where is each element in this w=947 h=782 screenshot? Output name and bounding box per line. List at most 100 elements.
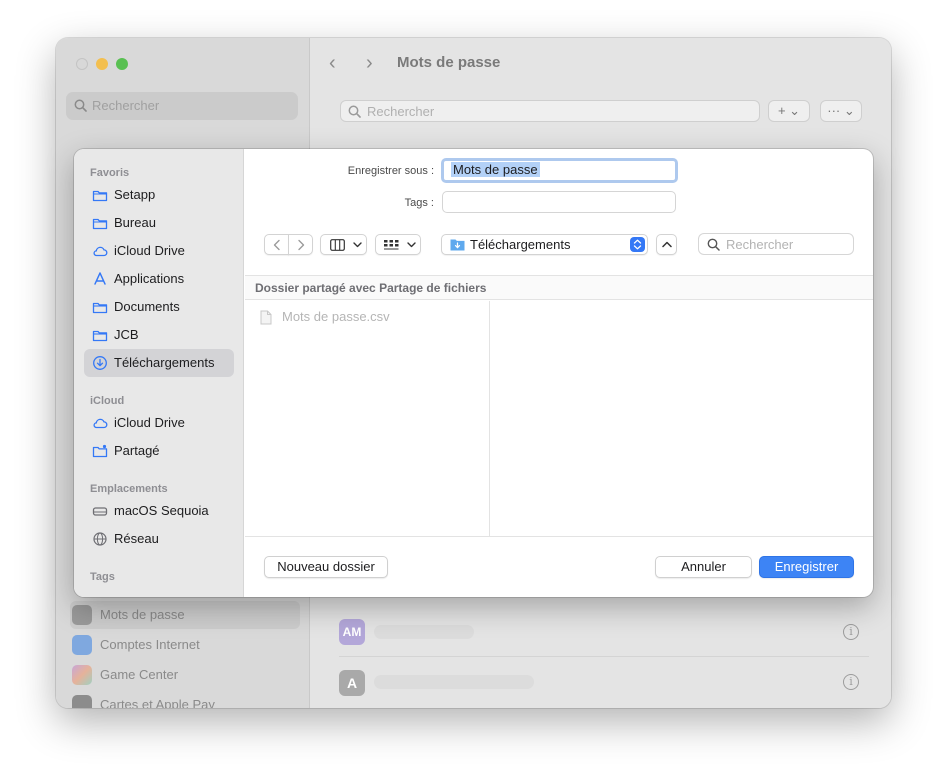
forward-button[interactable] bbox=[288, 234, 313, 255]
cancel-button[interactable]: Annuler bbox=[655, 556, 752, 578]
search-icon bbox=[707, 238, 720, 251]
back-button[interactable] bbox=[264, 234, 289, 255]
sidebar-item-internet-accounts[interactable]: Comptes Internet bbox=[70, 631, 300, 659]
save-button[interactable]: Enregistrer bbox=[759, 556, 854, 578]
info-icon[interactable]: i bbox=[843, 624, 859, 640]
sidebar-item-partage[interactable]: Partagé bbox=[84, 437, 234, 465]
section-favorites: Favoris bbox=[90, 167, 130, 179]
save-as-value: Mots de passe bbox=[451, 162, 540, 177]
search-icon bbox=[74, 99, 87, 112]
more-button[interactable]: ··· ⌄ bbox=[820, 100, 862, 122]
location-popup[interactable]: Téléchargements bbox=[441, 234, 648, 255]
download-icon bbox=[93, 356, 107, 370]
view-mode-button[interactable] bbox=[320, 234, 367, 255]
sidebar-item-label: Comptes Internet bbox=[100, 637, 200, 652]
document-icon bbox=[260, 310, 272, 325]
add-button[interactable]: + ⌄ bbox=[768, 100, 810, 122]
sidebar-item-macos-sequoia[interactable]: macOS Sequoia bbox=[84, 497, 234, 525]
sidebar-item-applications[interactable]: Applications bbox=[84, 265, 234, 293]
cloud-icon bbox=[93, 418, 108, 429]
sidebar-item-passwords[interactable]: Mots de passe bbox=[70, 601, 300, 629]
sidebar-item-label: Documents bbox=[114, 299, 180, 314]
folder-icon bbox=[92, 330, 108, 342]
save-as-label: Enregistrer sous : bbox=[347, 165, 434, 177]
expand-toggle-button[interactable] bbox=[656, 234, 677, 255]
back-chevron-icon[interactable]: ‹ bbox=[329, 52, 336, 75]
section-tags: Tags bbox=[90, 571, 115, 583]
sidebar-item-label: iCloud Drive bbox=[114, 415, 185, 430]
sidebar-item-label: Réseau bbox=[114, 531, 159, 546]
dialog-sidebar: Favoris Setapp Bureau iCloud Drive Appli… bbox=[74, 149, 244, 597]
tags-field[interactable] bbox=[442, 191, 676, 213]
sidebar-item-game-center[interactable]: Game Center bbox=[70, 661, 300, 689]
zoom-window-button[interactable] bbox=[116, 58, 128, 70]
sidebar-item-setapp[interactable]: Setapp bbox=[84, 181, 234, 209]
footer-separator bbox=[245, 536, 873, 537]
window-title: Mots de passe bbox=[397, 54, 501, 71]
sidebar-search-placeholder: Rechercher bbox=[92, 98, 160, 113]
key-icon bbox=[72, 605, 92, 625]
globe-icon bbox=[93, 532, 107, 546]
popup-stepper-icon bbox=[630, 237, 645, 252]
sidebar-item-documents[interactable]: Documents bbox=[84, 293, 234, 321]
file-name: Mots de passe.csv bbox=[282, 309, 390, 324]
dialog-search-placeholder: Rechercher bbox=[726, 237, 794, 252]
applications-icon bbox=[94, 272, 106, 285]
save-dialog: Favoris Setapp Bureau iCloud Drive Appli… bbox=[74, 149, 873, 597]
save-as-field[interactable]: Mots de passe bbox=[441, 158, 678, 183]
disk-icon bbox=[92, 507, 108, 516]
chevron-left-icon bbox=[273, 239, 280, 251]
sidebar-item-label: Partagé bbox=[114, 443, 160, 458]
at-icon bbox=[72, 635, 92, 655]
downloads-folder-icon bbox=[450, 239, 465, 251]
sidebar-item-label: Téléchargements bbox=[114, 355, 215, 370]
sidebar-item-icloud-drive[interactable]: iCloud Drive bbox=[84, 237, 234, 265]
blurred-row-title bbox=[374, 625, 474, 639]
forward-chevron-icon[interactable]: › bbox=[366, 52, 373, 75]
new-folder-button[interactable]: Nouveau dossier bbox=[264, 556, 388, 578]
shared-folder-icon bbox=[92, 444, 108, 458]
chevron-up-icon bbox=[662, 241, 672, 248]
sidebar-item-label: Cartes et Apple Pay bbox=[100, 697, 215, 708]
chevron-down-icon bbox=[353, 242, 362, 248]
column-divider[interactable] bbox=[489, 301, 490, 536]
sidebar-item-label: Mots de passe bbox=[100, 607, 185, 622]
group-by-button[interactable] bbox=[375, 234, 421, 255]
sidebar-item-label: Applications bbox=[114, 271, 185, 286]
tags-label: Tags : bbox=[404, 197, 434, 209]
sidebar-item-label: Game Center bbox=[100, 667, 179, 682]
folder-icon bbox=[92, 302, 108, 314]
shared-folder-header: Dossier partagé avec Partage de fichiers bbox=[245, 275, 873, 300]
sidebar-item-telechargements[interactable]: Téléchargements bbox=[84, 349, 234, 377]
sidebar-item-label: Setapp bbox=[114, 187, 156, 202]
search-icon bbox=[348, 105, 361, 118]
blurred-row-title bbox=[374, 675, 534, 689]
sidebar-item-label: iCloud Drive bbox=[114, 243, 185, 258]
row-avatar: A bbox=[339, 670, 365, 696]
shared-folder-header-text: Dossier partagé avec Partage de fichiers bbox=[255, 281, 487, 295]
game-center-icon bbox=[72, 665, 92, 685]
sidebar-item-reseau[interactable]: Réseau bbox=[84, 525, 234, 553]
row-avatar: AM bbox=[339, 619, 365, 645]
sidebar-item-icloud-drive-2[interactable]: iCloud Drive bbox=[84, 409, 234, 437]
folder-icon bbox=[92, 190, 108, 202]
grid-icon bbox=[384, 240, 399, 250]
dialog-search-input[interactable]: Rechercher bbox=[698, 233, 854, 255]
columns-view-icon bbox=[330, 239, 345, 251]
toolbar-search-input[interactable]: Rechercher bbox=[340, 100, 760, 122]
sidebar-item-jcb[interactable]: JCB bbox=[84, 321, 234, 349]
info-icon[interactable]: i bbox=[843, 674, 859, 690]
close-window-button[interactable] bbox=[76, 58, 88, 70]
chevron-right-icon bbox=[298, 239, 305, 251]
sidebar-item-bureau[interactable]: Bureau bbox=[84, 209, 234, 237]
section-locations: Emplacements bbox=[90, 483, 168, 495]
chevron-down-icon bbox=[407, 242, 416, 248]
sidebar-search-input[interactable]: Rechercher bbox=[66, 92, 298, 120]
minimize-window-button[interactable] bbox=[96, 58, 108, 70]
sidebar-item-wallet[interactable]: Cartes et Apple Pay bbox=[70, 691, 300, 708]
toolbar-search-placeholder: Rechercher bbox=[367, 104, 435, 119]
sidebar-item-label: macOS Sequoia bbox=[114, 503, 209, 518]
folder-icon bbox=[92, 218, 108, 230]
sidebar-item-label: Bureau bbox=[114, 215, 156, 230]
sidebar-item-label: JCB bbox=[114, 327, 139, 342]
